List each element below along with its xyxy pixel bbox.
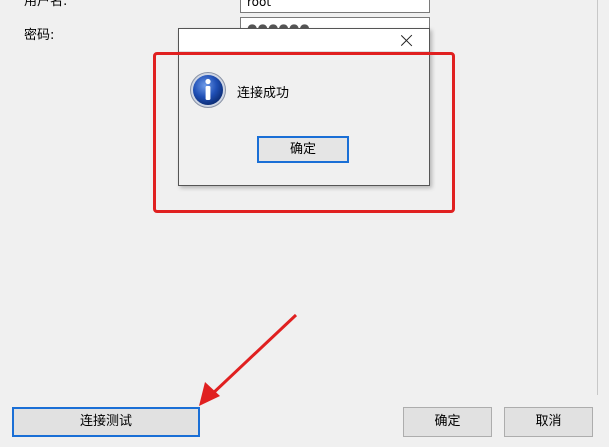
cancel-button[interactable]: 取消 bbox=[504, 407, 593, 437]
ok-button[interactable]: 确定 bbox=[403, 407, 492, 437]
connection-test-button[interactable]: 连接测试 bbox=[12, 407, 200, 437]
annotation-arrow bbox=[199, 313, 298, 406]
